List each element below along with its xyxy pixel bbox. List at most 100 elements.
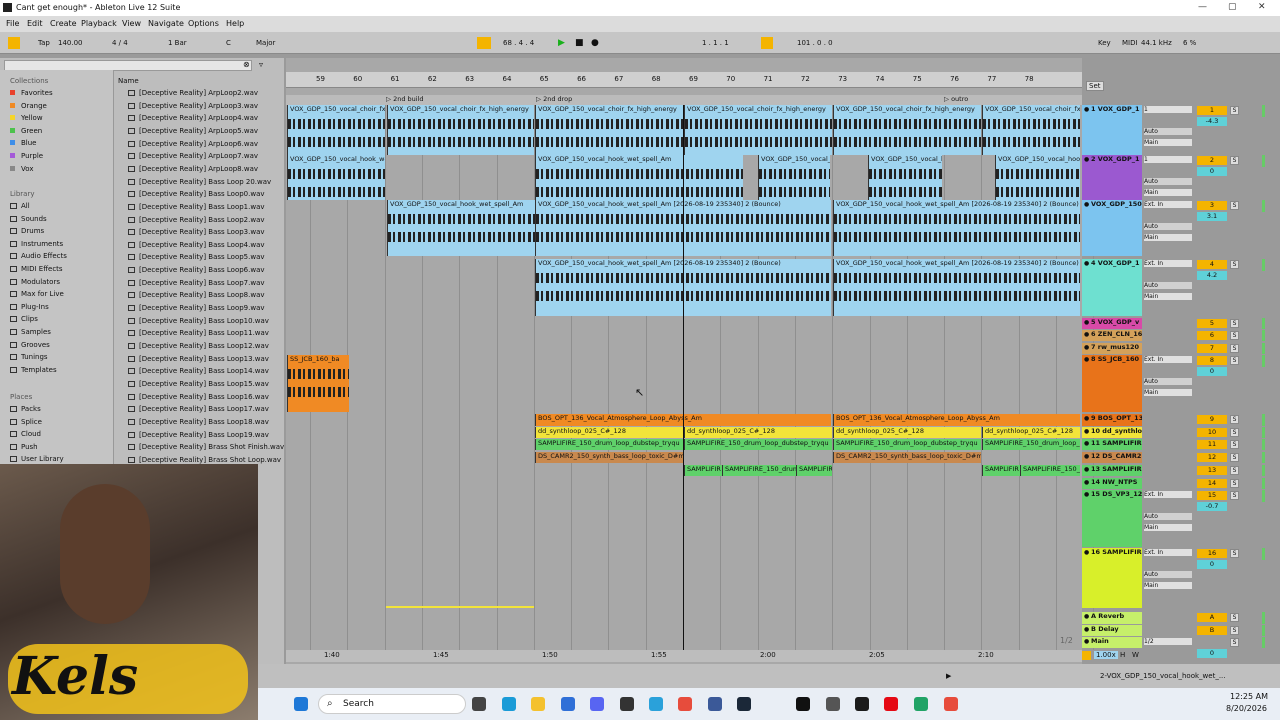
volume-field[interactable]: 0 bbox=[1197, 367, 1227, 376]
output-select[interactable]: Main bbox=[1144, 189, 1192, 196]
input-select[interactable]: Ext. In bbox=[1144, 549, 1192, 556]
chrome-icon[interactable] bbox=[678, 697, 692, 711]
beat-ruler[interactable]: 59 60 61 62 63 64 65 66 67 68 69 70 71 72 73 74 75 76 77 78 bbox=[286, 72, 1082, 88]
menu-create[interactable]: Create bbox=[50, 19, 77, 28]
library-item-samples[interactable]: Samples bbox=[10, 328, 51, 336]
library-item-grooves[interactable]: Grooves bbox=[10, 341, 50, 349]
track-activator-icon[interactable]: ● bbox=[1084, 319, 1089, 326]
file-item[interactable]: [Deceptive Reality] ArpLoop8.wav bbox=[128, 165, 258, 173]
track-number[interactable]: 1 bbox=[1197, 106, 1227, 115]
close-button[interactable]: ✕ bbox=[1258, 2, 1266, 12]
track-number[interactable]: 6 bbox=[1197, 331, 1227, 340]
key-select[interactable]: C bbox=[226, 37, 231, 49]
track-number[interactable]: 11 bbox=[1197, 440, 1227, 449]
audio-clip[interactable]: SAMPLIFIRE_150_drum_loop_dubstep_tryqu bbox=[833, 439, 981, 450]
key-map-button[interactable]: Key bbox=[1098, 37, 1111, 49]
output-select[interactable]: Main bbox=[1144, 139, 1192, 146]
track-header-18[interactable]: B Delay ● bbox=[1082, 625, 1142, 636]
library-item-clips[interactable]: Clips bbox=[10, 315, 38, 323]
solo-button[interactable]: S bbox=[1230, 626, 1239, 635]
app-icon[interactable] bbox=[708, 697, 722, 711]
track-number[interactable]: 15 bbox=[1197, 491, 1227, 500]
audio-clip[interactable]: dd_synthloop_025_C#_128 bbox=[535, 427, 683, 438]
audio-clip[interactable]: VOX_GDP_150_vocal_choir_fx_high_energy bbox=[387, 105, 534, 155]
tap-button[interactable]: Tap bbox=[38, 37, 50, 49]
file-item[interactable]: [Deceptive Reality] Bass Loop15.wav bbox=[128, 380, 269, 388]
file-item[interactable]: [Deceptive Reality] ArpLoop2.wav bbox=[128, 89, 258, 97]
file-item[interactable]: [Deceptive Reality] Bass Loop13.wav bbox=[128, 355, 269, 363]
netflix-icon[interactable] bbox=[884, 697, 898, 711]
place-item-cloud[interactable]: Cloud bbox=[10, 430, 41, 438]
menu-playback[interactable]: Playback bbox=[81, 19, 117, 28]
chrome-icon-2[interactable] bbox=[944, 697, 958, 711]
audio-clip[interactable]: SAMPLIFIR bbox=[796, 465, 832, 476]
audio-clip[interactable]: VOX_GDP_150_vocal_hook_wet_spell_Am [202… bbox=[833, 259, 1080, 316]
track-number[interactable]: 3 bbox=[1197, 201, 1227, 210]
track-header-9[interactable]: 9 BOS_OPT_13 ● bbox=[1082, 414, 1142, 426]
audio-clip[interactable]: VOX_GDP_150_vocal_hook_wet_spell_Am bbox=[387, 200, 535, 256]
solo-button[interactable]: S bbox=[1230, 331, 1239, 340]
track-header-13[interactable]: 13 SAMPLIFIR ● bbox=[1082, 465, 1142, 476]
audio-clip[interactable]: dd_synthloop_025_C#_128 bbox=[684, 427, 832, 438]
menu-edit[interactable]: Edit bbox=[27, 19, 43, 28]
track-number[interactable]: B bbox=[1197, 626, 1227, 635]
track-header-11[interactable]: 11 SAMPLIFIR ● bbox=[1082, 439, 1142, 450]
track-number[interactable]: 9 bbox=[1197, 415, 1227, 424]
menu-help[interactable]: Help bbox=[226, 19, 244, 28]
file-item[interactable]: [Deceptive Reality] Bass Loop17.wav bbox=[128, 405, 269, 413]
follow-icon[interactable] bbox=[477, 37, 491, 49]
track-header-7[interactable]: 7 rw_mus120 ● bbox=[1082, 343, 1142, 354]
obs-icon[interactable] bbox=[620, 697, 634, 711]
monitor-mode[interactable]: Auto bbox=[1144, 513, 1192, 520]
menu-file[interactable]: File bbox=[6, 19, 19, 28]
file-item[interactable]: [Deceptive Reality] Bass Loop12.wav bbox=[128, 342, 269, 350]
file-item[interactable]: [Deceptive Reality] Bass Loop9.wav bbox=[128, 304, 265, 312]
output-select[interactable]: Main bbox=[1144, 234, 1192, 241]
solo-button[interactable]: S bbox=[1230, 415, 1239, 424]
excel-icon[interactable] bbox=[914, 697, 928, 711]
locator-3[interactable]: ▷ outro bbox=[944, 95, 968, 103]
track-header-19[interactable]: Main ● bbox=[1082, 637, 1142, 648]
scale-select[interactable]: Major bbox=[256, 37, 275, 49]
place-item-push[interactable]: Push bbox=[10, 443, 38, 451]
solo-button[interactable]: S bbox=[1230, 260, 1239, 269]
volume-field[interactable]: -4.3 bbox=[1197, 117, 1227, 126]
library-item-tunings[interactable]: Tunings bbox=[10, 353, 48, 361]
file-item[interactable]: [Deceptive Reality] Brass Shot Finish.wa… bbox=[128, 443, 284, 451]
place-item-user-library[interactable]: User Library bbox=[10, 455, 64, 463]
input-select[interactable]: Ext. In bbox=[1144, 201, 1192, 208]
track-activator-icon[interactable]: ● bbox=[1084, 549, 1089, 556]
file-item[interactable]: [Deceptive Reality] ArpLoop6.wav bbox=[128, 140, 258, 148]
filter-icon[interactable]: ▿ bbox=[259, 60, 263, 69]
loop-toggle-icon[interactable] bbox=[761, 37, 773, 49]
audio-clip[interactable]: SAMPLIFIR bbox=[684, 465, 722, 476]
audio-clip[interactable]: SAMPLIFIRE_150_drum_loop_dubstep_tryqu bbox=[722, 465, 796, 476]
steam-icon[interactable] bbox=[737, 697, 751, 711]
audio-clip[interactable]: VOX_GDP_150_vocal_choir_fx_high_energy bbox=[535, 105, 683, 155]
locator-2[interactable]: ▷ 2nd drop bbox=[536, 95, 572, 103]
library-item-templates[interactable]: Templates bbox=[10, 366, 57, 374]
track-activator-icon[interactable]: ● bbox=[1084, 440, 1089, 447]
monitor-mode[interactable]: Auto bbox=[1144, 128, 1192, 135]
track-activator-icon[interactable]: ● bbox=[1084, 106, 1089, 113]
locator-1[interactable]: ▷ 2nd build bbox=[386, 95, 424, 103]
maximize-button[interactable]: ▢ bbox=[1228, 2, 1237, 12]
track-header-16[interactable]: 16 SAMPLIFIR ● bbox=[1082, 548, 1142, 608]
library-item-audio-effects[interactable]: Audio Effects bbox=[10, 252, 67, 260]
input-select[interactable]: 1 bbox=[1144, 106, 1192, 113]
audio-clip[interactable]: VOX_GDP_150_vocal_choir_fx_high_energy bbox=[833, 105, 981, 155]
track-number[interactable]: 16 bbox=[1197, 549, 1227, 558]
audio-clip[interactable]: SS_JCB_160_ba bbox=[287, 355, 349, 412]
track-activator-icon[interactable]: ● bbox=[1084, 613, 1089, 620]
play-clip-icon[interactable]: ▶ bbox=[946, 672, 951, 680]
track-header-3[interactable]: VOX_GDP_150 ● bbox=[1082, 200, 1142, 256]
volume-field[interactable]: 0 bbox=[1197, 560, 1227, 569]
collection-favorites[interactable]: Favorites bbox=[10, 89, 53, 97]
file-item[interactable]: [Deceptive Reality] Bass Loop4.wav bbox=[128, 241, 265, 249]
solo-button[interactable]: S bbox=[1230, 638, 1239, 647]
loop-start-field[interactable]: 1 . 1 . 1 bbox=[702, 37, 729, 49]
file-item[interactable]: [Deceptive Reality] Bass Loop14.wav bbox=[128, 367, 269, 375]
track-activator-icon[interactable]: ● bbox=[1084, 331, 1089, 338]
tempo-field[interactable]: 140.00 bbox=[58, 37, 83, 49]
track-number[interactable]: 4 bbox=[1197, 260, 1227, 269]
